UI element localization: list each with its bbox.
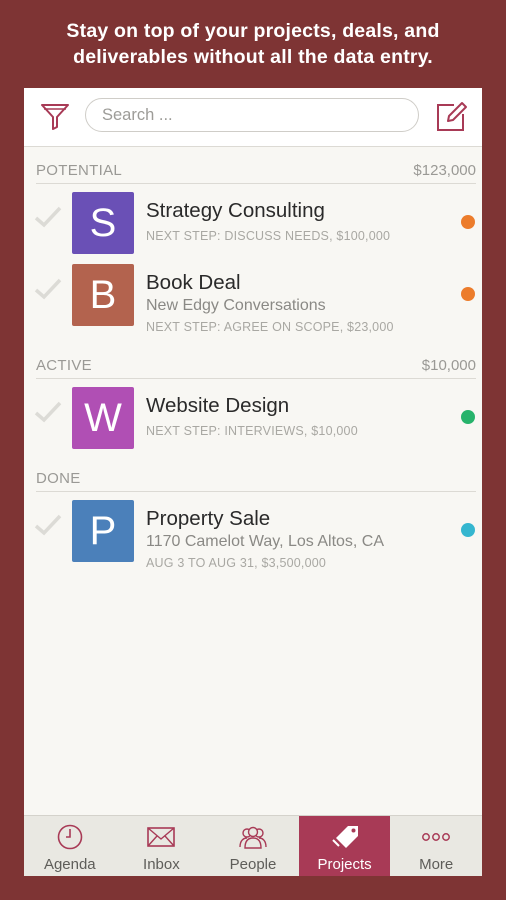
checkmark-icon[interactable] <box>34 278 62 300</box>
more-dots-icon <box>422 833 451 841</box>
project-title: Website Design <box>146 394 290 417</box>
tab-label: Inbox <box>143 856 180 873</box>
avatar: B <box>72 264 134 326</box>
checkmark-icon[interactable] <box>34 401 62 423</box>
status-dot <box>461 523 475 537</box>
status-dot <box>461 215 475 229</box>
tab-label: More <box>419 856 454 873</box>
project-subtitle: 1170 Camelot Way, Los Altos, CA <box>146 533 385 550</box>
tab-label: Agenda <box>43 856 96 873</box>
project-title: Strategy Consulting <box>146 199 325 222</box>
status-dot <box>461 410 475 424</box>
project-subtitle: New Edgy Conversations <box>146 297 326 314</box>
search-input[interactable] <box>85 98 419 132</box>
avatar: S <box>72 192 134 254</box>
compose-button[interactable] <box>434 99 468 133</box>
people-icon <box>239 826 267 849</box>
status-dot <box>461 287 475 301</box>
envelope-icon <box>147 827 176 847</box>
project-row[interactable]: B Book Deal New Edgy Conversations NEXT … <box>24 264 482 336</box>
project-list: POTENTIAL $123,000 S Strategy Consulting… <box>24 147 482 572</box>
tab-bar: Agenda Inbox People Projects More <box>24 815 482 876</box>
funnel-icon <box>41 104 69 130</box>
project-title: Property Sale <box>146 507 271 530</box>
tab-projects[interactable]: Projects <box>298 816 391 876</box>
next-step: NEXT STEP: AGREE ON SCOPE, $23,000 <box>146 320 394 334</box>
tab-agenda[interactable]: Agenda <box>24 816 116 876</box>
project-row[interactable]: S Strategy Consulting NEXT STEP: DISCUSS… <box>24 192 482 264</box>
tab-inbox[interactable]: Inbox <box>116 816 208 876</box>
top-bar <box>24 88 482 147</box>
section-header-done: DONE <box>36 459 476 492</box>
filter-button[interactable] <box>38 99 72 133</box>
checkmark-icon[interactable] <box>34 514 62 536</box>
next-step: NEXT STEP: INTERVIEWS, $10,000 <box>146 424 358 438</box>
tagline: Stay on top of your projects, deals, and… <box>0 18 506 70</box>
tab-label: Projects <box>317 856 372 873</box>
next-step: NEXT STEP: DISCUSS NEEDS, $100,000 <box>146 229 391 243</box>
tab-people[interactable]: People <box>207 816 299 876</box>
section-name: POTENTIAL <box>36 162 123 179</box>
project-row[interactable]: P Property Sale 1170 Camelot Way, Los Al… <box>24 500 482 572</box>
section-name: DONE <box>36 470 81 487</box>
tag-icon <box>331 826 358 848</box>
project-row[interactable]: W Website Design NEXT STEP: INTERVIEWS, … <box>24 387 482 459</box>
compose-icon <box>437 102 467 131</box>
checkmark-icon[interactable] <box>34 206 62 228</box>
app-screen: POTENTIAL $123,000 S Strategy Consulting… <box>24 88 482 876</box>
tab-more[interactable]: More <box>390 816 482 876</box>
section-header-active: ACTIVE $10,000 <box>36 336 476 379</box>
section-header-potential: POTENTIAL $123,000 <box>36 147 476 184</box>
clock-icon <box>57 824 83 850</box>
avatar: W <box>72 387 134 449</box>
tab-label: People <box>229 856 277 873</box>
section-name: ACTIVE <box>36 357 92 374</box>
tagline-line-2: deliverables without all the data entry. <box>73 46 433 68</box>
section-total: $123,000 <box>413 162 476 179</box>
project-title: Book Deal <box>146 271 241 294</box>
next-step: AUG 3 TO AUG 31, $3,500,000 <box>146 556 327 570</box>
avatar: P <box>72 500 134 562</box>
tagline-line-1: Stay on top of your projects, deals, and <box>66 20 440 42</box>
section-total: $10,000 <box>421 357 476 374</box>
